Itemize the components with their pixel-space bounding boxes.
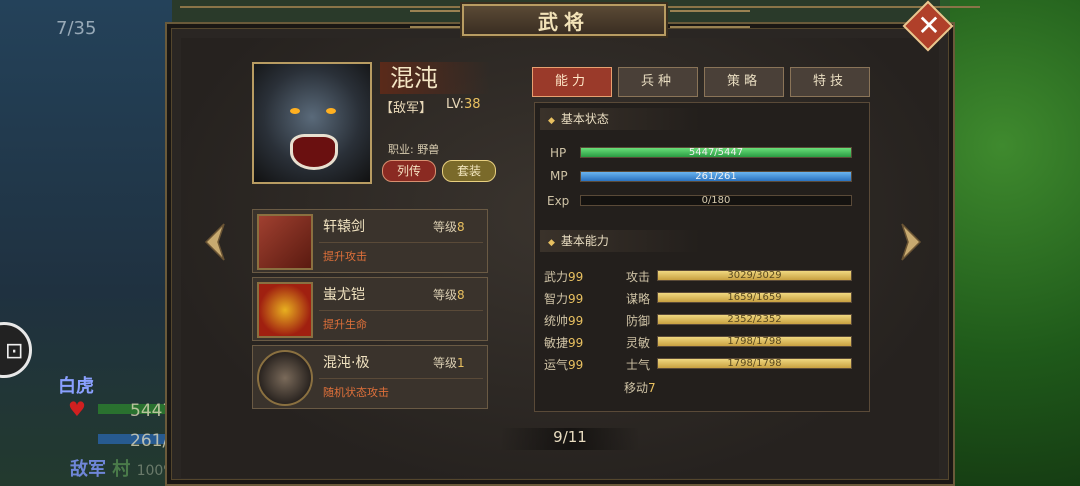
hp-label: HP (550, 146, 567, 160)
attribute-3: 敏捷99 (544, 336, 584, 350)
attribute-0: 武力99 (544, 270, 584, 284)
next-hero-arrow-icon[interactable] (900, 222, 922, 262)
equipment-slot-armor[interactable]: 蚩尤铠 等级8 提升生命 (252, 277, 488, 341)
diamond-icon: ◆ (548, 238, 555, 248)
equipment-level: 等级8 (433, 220, 465, 234)
equipment-slot-accessory[interactable]: 混沌·极 等级1 随机状态攻击 (252, 345, 488, 409)
heart-icon: ♥ (68, 397, 86, 421)
attribute-4: 运气99 (544, 358, 584, 372)
stat-label-2: 防御 (626, 314, 651, 328)
equipment-slot-weapon[interactable]: 轩辕剑 等级8 提升攻击 (252, 209, 488, 273)
exp-label: Exp (547, 194, 570, 208)
window-title: 武将 (462, 4, 666, 36)
stat-bar-text: 2352/2352 (727, 314, 782, 325)
attribute-2: 统帅99 (544, 314, 584, 328)
background-map-right (950, 0, 1080, 486)
equipment-desc: 提升攻击 (323, 250, 367, 263)
stat-label-0: 攻击 (626, 270, 651, 284)
tab-troops[interactable]: 兵种 (618, 67, 698, 97)
turn-counter: 7/35 (56, 18, 97, 39)
title-ornament-right (670, 10, 750, 28)
section-basic-ability: ◆ 基本能力 (540, 230, 700, 252)
equipment-desc: 提升生命 (323, 318, 367, 331)
stat-bar-text: 1659/1659 (727, 292, 782, 303)
beast-orb-icon (257, 350, 313, 406)
stat-bar-4: 1798/1798 (657, 358, 852, 369)
section-basic-status: ◆ 基本状态 (540, 108, 700, 130)
hero-job: 职业: 野兽 (388, 143, 440, 156)
equipment-name: 轩辕剑 (323, 219, 365, 235)
biography-button[interactable]: 列传 (382, 160, 436, 182)
menu-icon: ⊡ (5, 339, 24, 364)
equipment-name: 混沌·极 (323, 355, 370, 371)
stat-bar-0: 3029/3029 (657, 270, 852, 281)
hp-bar: 5447/5447 (580, 147, 852, 158)
stat-bar-1: 1659/1659 (657, 292, 852, 303)
equipment-name: 蚩尤铠 (323, 287, 365, 303)
hero-portrait (252, 62, 372, 184)
equipment-set-button[interactable]: 套装 (442, 160, 496, 182)
diamond-icon: ◆ (548, 116, 555, 126)
tab-strategy[interactable]: 策略 (704, 67, 784, 97)
stat-label-3: 灵敏 (626, 336, 651, 350)
stat-bar-3: 1798/1798 (657, 336, 852, 347)
sword-icon (257, 214, 313, 270)
mp-label: MP (550, 169, 568, 183)
background-unit-name: 白虎 (58, 376, 94, 397)
mp-bar: 261/261 (580, 171, 852, 182)
equipment-level: 等级1 (433, 356, 465, 370)
stat-bar-text: 1798/1798 (727, 358, 782, 369)
prev-hero-arrow-icon[interactable] (204, 222, 226, 262)
background-unit-faction: 敌军 村 100% (70, 459, 177, 480)
close-icon[interactable]: ✕ (915, 8, 943, 44)
equipment-desc: 随机状态攻击 (323, 386, 389, 399)
exp-bar: 0/180 (580, 195, 852, 206)
stat-bar-text: 3029/3029 (727, 270, 782, 281)
hero-name: 混沌 (380, 62, 490, 94)
tab-ability[interactable]: 能力 (532, 67, 612, 97)
stat-bar-text: 1798/1798 (727, 336, 782, 347)
stat-label-1: 谋略 (626, 292, 651, 306)
armor-icon (257, 282, 313, 338)
page-indicator: 9/11 (500, 428, 640, 450)
move-stat: 移动7 (624, 381, 656, 395)
stat-bar-2: 2352/2352 (657, 314, 852, 325)
tab-skills[interactable]: 特技 (790, 67, 870, 97)
hero-faction: 【敌军】 (380, 101, 433, 116)
attribute-1: 智力99 (544, 292, 584, 306)
stat-label-4: 士气 (626, 358, 651, 372)
hero-level: LV:38 (446, 97, 481, 112)
equipment-level: 等级8 (433, 288, 465, 302)
